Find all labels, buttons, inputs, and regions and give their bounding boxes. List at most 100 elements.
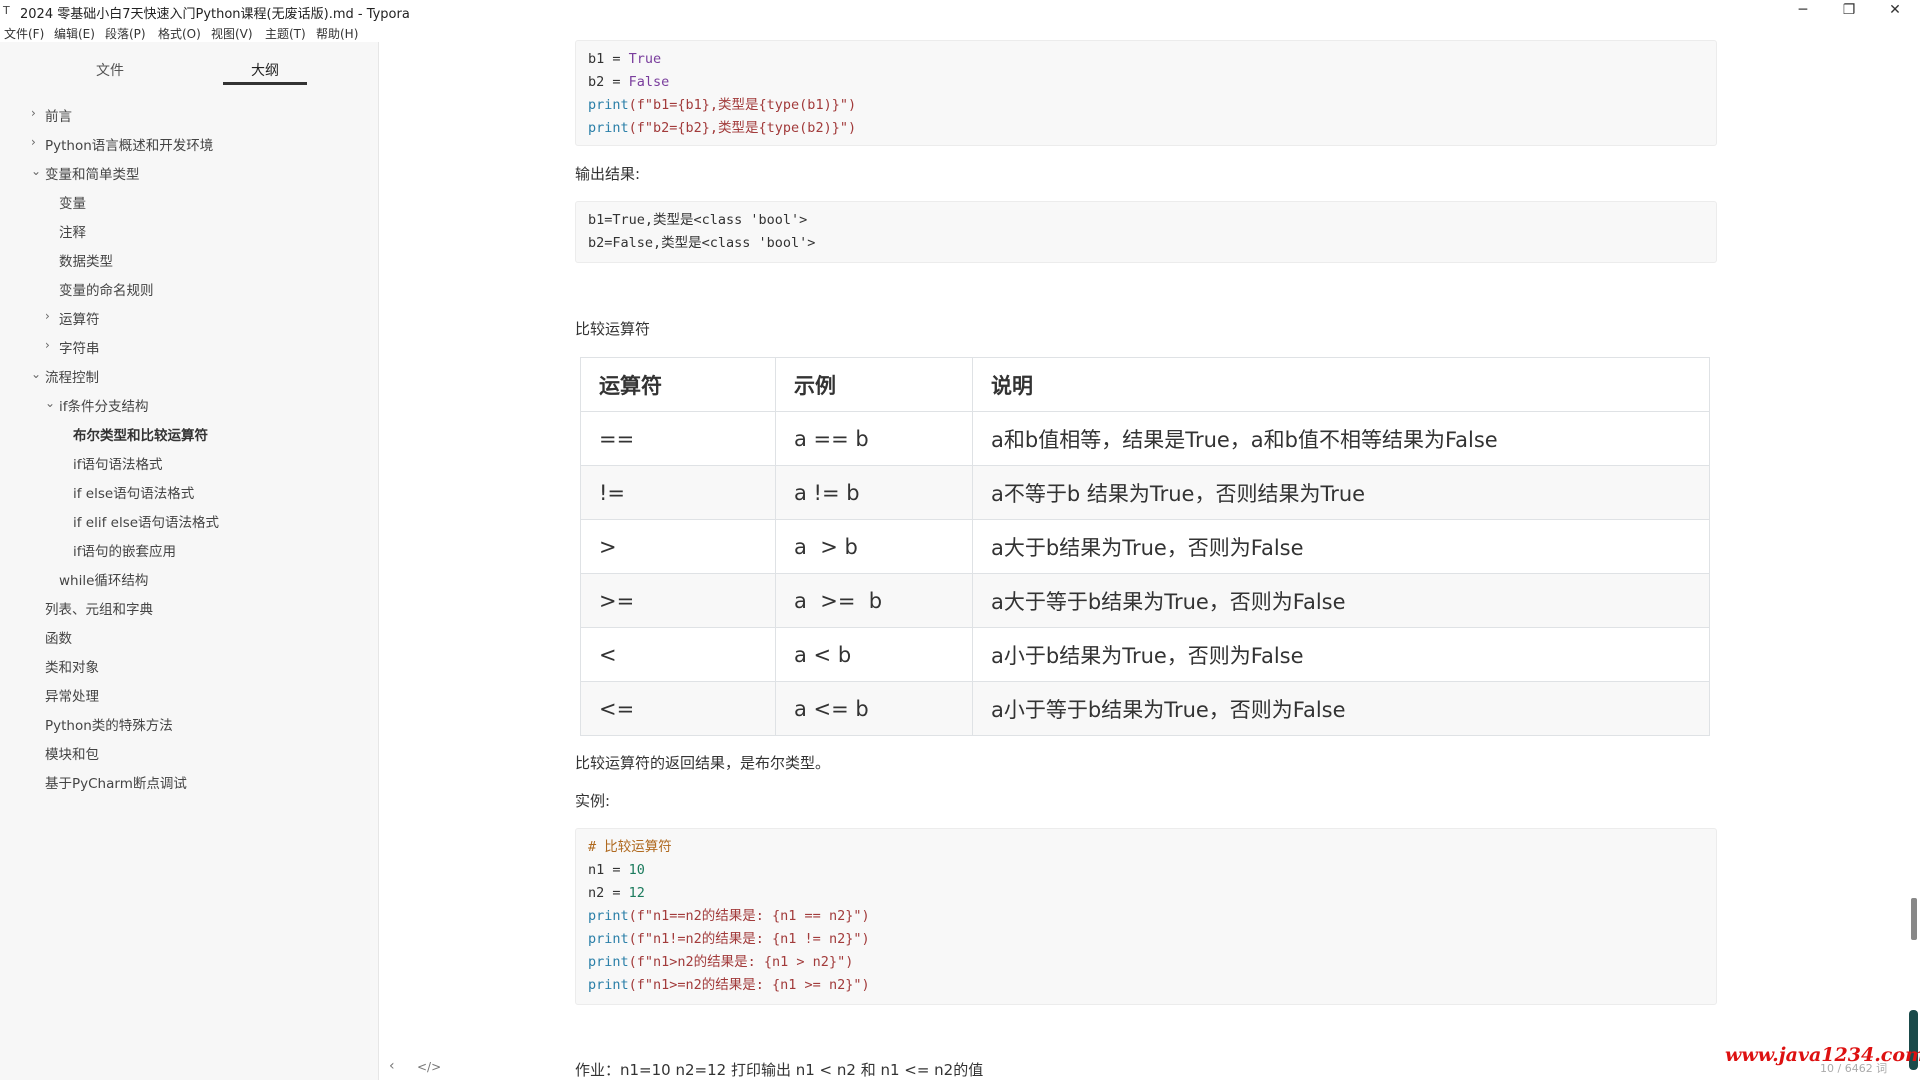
outline-item[interactable]: 字符串	[59, 337, 100, 357]
source-mode-icon[interactable]: </>	[417, 1060, 441, 1074]
outline-item[interactable]: if语句的嵌套应用	[73, 540, 176, 560]
outline-item[interactable]: 变量和简单类型	[45, 163, 140, 183]
active-tab-indicator	[223, 82, 307, 85]
code-token: 12	[628, 885, 645, 901]
example-label: 实例:	[575, 792, 611, 810]
chevron-down-icon[interactable]: ⌄	[31, 367, 41, 381]
code-token: print	[588, 977, 629, 993]
table-cell: a和b值相等，结果是True，a和b值不相等结果为False	[972, 411, 1710, 466]
code-token: n1 =	[588, 862, 629, 878]
scrollbar-thumb[interactable]	[1911, 898, 1917, 940]
menu-theme[interactable]: 主题(T)	[265, 25, 306, 42]
chevron-right-icon[interactable]: ›	[45, 338, 50, 352]
back-icon[interactable]: ‹	[389, 1058, 395, 1074]
code-token: print	[588, 97, 629, 113]
outline-item[interactable]: 数据类型	[59, 250, 113, 270]
table-row: < a < b a小于b结果为True，否则为False	[580, 627, 1710, 682]
outline-item[interactable]: 布尔类型和比较运算符	[73, 424, 208, 444]
minimize-icon[interactable]: ─	[1783, 0, 1823, 22]
chevron-down-icon[interactable]: ⌄	[45, 396, 55, 410]
code-line: # 比较运算符	[588, 836, 1704, 859]
code-line: print(f"n1==n2的结果是: {n1 == n2}")	[588, 905, 1704, 928]
menu-file[interactable]: 文件(F)	[4, 25, 44, 42]
outline-item[interactable]: 变量	[59, 192, 86, 212]
code-token: b2 =	[588, 74, 629, 90]
table-cell: >=	[580, 573, 776, 628]
table-cell: a大于b结果为True，否则为False	[972, 519, 1710, 574]
table-row: != a != b a不等于b 结果为True，否则结果为True	[580, 465, 1710, 520]
outline-item[interactable]: if条件分支结构	[59, 395, 149, 415]
code-token: False	[628, 74, 670, 90]
table-row: >= a >= b a大于等于b结果为True，否则为False	[580, 573, 1710, 628]
code-token: True	[628, 51, 662, 67]
note-paragraph: 比较运算符的返回结果，是布尔类型。	[575, 754, 831, 772]
tab-outline[interactable]: 大纲	[225, 60, 305, 80]
outline-item[interactable]: if语句语法格式	[73, 453, 163, 473]
output-label: 输出结果:	[575, 165, 641, 183]
outline-item[interactable]: 变量的命名规则	[59, 279, 154, 299]
menu-help[interactable]: 帮助(H)	[316, 25, 358, 42]
outline-item[interactable]: 模块和包	[45, 743, 99, 763]
outline-item[interactable]: 类和对象	[45, 656, 99, 676]
typora-app-icon: T	[3, 4, 10, 17]
code-line: n1 = 10	[588, 859, 1704, 882]
outline-item[interactable]: 基于PyCharm断点调试	[45, 772, 187, 792]
code-token: b1 =	[588, 51, 629, 67]
table-row: > a > b a大于b结果为True，否则为False	[580, 519, 1710, 574]
outline-item[interactable]: 列表、元组和字典	[45, 598, 153, 618]
outline-item[interactable]: 流程控制	[45, 366, 99, 386]
table-cell: a == b	[775, 411, 973, 466]
chevron-right-icon[interactable]: ›	[45, 309, 50, 323]
restore-icon[interactable]: ❐	[1829, 0, 1869, 22]
homework-paragraph: 作业：n1=10 n2=12 打印输出 n1 < n2 和 n1 <= n2的值	[575, 1061, 984, 1079]
code-line: b2 = False	[588, 71, 1704, 94]
tab-files[interactable]: 文件	[70, 60, 150, 80]
outline-item[interactable]: 注释	[59, 221, 86, 241]
table-cell: a != b	[775, 465, 973, 520]
table-cell: a大于等于b结果为True，否则为False	[972, 573, 1710, 628]
table-cell: >	[580, 519, 776, 574]
outline-item[interactable]: if elif else语句语法格式	[73, 511, 219, 531]
menu-edit[interactable]: 编辑(E)	[54, 25, 95, 42]
outline-item[interactable]: 异常处理	[45, 685, 99, 705]
outline-item[interactable]: Python类的特殊方法	[45, 714, 173, 734]
chevron-right-icon[interactable]: ›	[31, 106, 36, 120]
menu-format[interactable]: 格式(O)	[158, 25, 201, 42]
title-bar: T 2024 零基础小白7天快速入门Python课程(无废话版).md - Ty…	[0, 0, 1920, 22]
code-line: print(f"n1!=n2的结果是: {n1 != n2}")	[588, 928, 1704, 951]
section-heading: 比较运算符	[575, 320, 651, 338]
code-token: print	[588, 120, 629, 136]
outline-item[interactable]: 前言	[45, 105, 72, 125]
table-cell: <	[580, 627, 776, 682]
code-block-bool[interactable]: b1 = True b2 = False print(f"b1={b1},类型是{t…	[575, 40, 1717, 146]
chevron-right-icon[interactable]: ›	[31, 135, 36, 149]
table-cell: a小于等于b结果为True，否则为False	[972, 681, 1710, 736]
code-block-output[interactable]: b1=True,类型是<class 'bool'> b2=False,类型是<cl…	[575, 201, 1717, 263]
outline-item[interactable]: 运算符	[59, 308, 100, 328]
table-cell: a <= b	[775, 681, 973, 736]
code-line: print(f"n1>n2的结果是: {n1 > n2}")	[588, 951, 1704, 974]
comparison-operators-table: 运算符 示例 说明 == a == b a和b值相等，结果是True，a和b值不相等结果…	[580, 357, 1710, 736]
output-line: b1=True,类型是<class 'bool'>	[588, 212, 808, 228]
menu-view[interactable]: 视图(V)	[211, 25, 253, 42]
menu-paragraph[interactable]: 段落(P)	[105, 25, 146, 42]
code-token: print	[588, 931, 629, 947]
outline-item[interactable]: while循环结构	[59, 569, 148, 589]
output-line: b2=False,类型是<class 'bool'>	[588, 235, 816, 251]
window-title: 2024 零基础小白7天快速入门Python课程(无废话版).md - Typo…	[20, 7, 410, 22]
code-token: (f"n1>=n2的结果是: {n1 >= n2}")	[628, 977, 870, 993]
close-icon[interactable]: ✕	[1875, 0, 1915, 22]
outline-item[interactable]: 函数	[45, 627, 72, 647]
code-block-example[interactable]: # 比较运算符 n1 = 10 n2 = 12 print(f"n1==n2的结果是:…	[575, 828, 1717, 1005]
outline-item[interactable]: Python语言概述和开发环境	[45, 134, 213, 154]
code-token: (f"n1==n2的结果是: {n1 == n2}")	[628, 908, 870, 924]
outline-item[interactable]: if else语句语法格式	[73, 482, 194, 502]
table-cell: ==	[580, 411, 776, 466]
table-header: 示例	[775, 357, 973, 412]
chevron-down-icon[interactable]: ⌄	[31, 164, 41, 178]
table-cell: a < b	[775, 627, 973, 682]
table-header: 运算符	[580, 357, 776, 412]
code-line: print(f"n1>=n2的结果是: {n1 >= n2}")	[588, 974, 1704, 997]
code-token: n2 =	[588, 885, 629, 901]
code-line: print(f"b1={b1},类型是{type(b1)}")	[588, 94, 1704, 117]
